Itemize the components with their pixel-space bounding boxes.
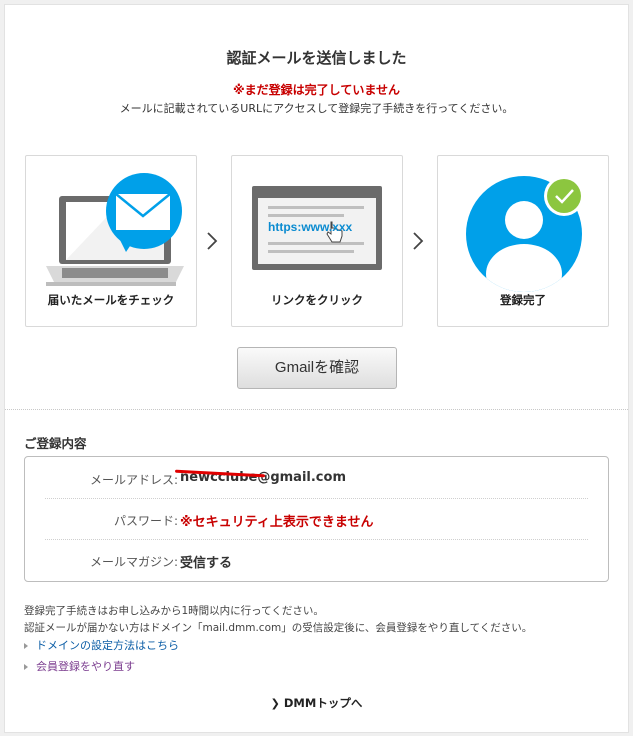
redo-registration-link[interactable]: 会員登録をやり直す [24, 658, 135, 674]
registration-warning: ※まだ登録は完了していません [233, 83, 400, 97]
user-check-icon [466, 176, 584, 292]
dmm-top-link-label[interactable]: DMMトップへ [284, 696, 362, 710]
email-label: メールアドレス: [89, 473, 178, 487]
chevron-right-icon [205, 231, 219, 251]
section-divider [5, 409, 628, 410]
password-value: ※セキュリティ上表示できません [180, 515, 374, 530]
step-check-mail: 届いたメールをチェック [25, 155, 197, 327]
newsletter-row: メールマガジン: 受信する [45, 541, 588, 581]
newsletter-label: メールマガジン: [89, 555, 178, 569]
registration-details-title: ご登録内容 [24, 436, 87, 451]
triangle-right-icon [24, 664, 28, 670]
link-url-text: https:www.xxx [268, 220, 353, 234]
chevron-right-icon [411, 231, 425, 251]
laptop-mail-icon [46, 173, 184, 286]
domain-setting-note: 認証メールが届かない方はドメイン「mail.dmm.com」の受信設定後に、会員… [24, 622, 533, 634]
step-label: 登録完了 [500, 293, 546, 307]
step-click-link: https:www.xxx リンクをクリック [231, 155, 403, 327]
registration-details-box: メールアドレス: newcclube@gmail.com パスワード: ※セキュ… [24, 456, 609, 582]
step-label: リンクをクリック [271, 293, 363, 307]
instruction-text: メールに記載されているURLにアクセスして登録完了手続きを行ってください。 [119, 102, 514, 115]
step-complete: 登録完了 [437, 155, 609, 327]
confirmation-card: 認証メールを送信しました ※まだ登録は完了していません メールに記載されているU… [4, 4, 629, 733]
step-label: 届いたメールをチェック [47, 293, 175, 307]
page-title: 認証メールを送信しました [226, 49, 407, 67]
dmm-top-link[interactable]: ❯ DMMトップへ [5, 695, 628, 711]
newsletter-value: 受信する [180, 556, 233, 571]
open-gmail-button[interactable]: Gmailを確認 [237, 347, 397, 389]
password-row: パスワード: ※セキュリティ上表示できません [45, 500, 588, 540]
domain-settings-link[interactable]: ドメインの設定方法はこちら [24, 637, 179, 653]
time-limit-note: 登録完了手続きはお申し込みから1時間以内に行ってください。 [24, 605, 324, 617]
email-row: メールアドレス: newcclube@gmail.com [45, 459, 588, 499]
triangle-right-icon [24, 643, 28, 649]
password-label: パスワード: [113, 514, 178, 528]
chevron-right-icon: ❯ [270, 697, 280, 710]
